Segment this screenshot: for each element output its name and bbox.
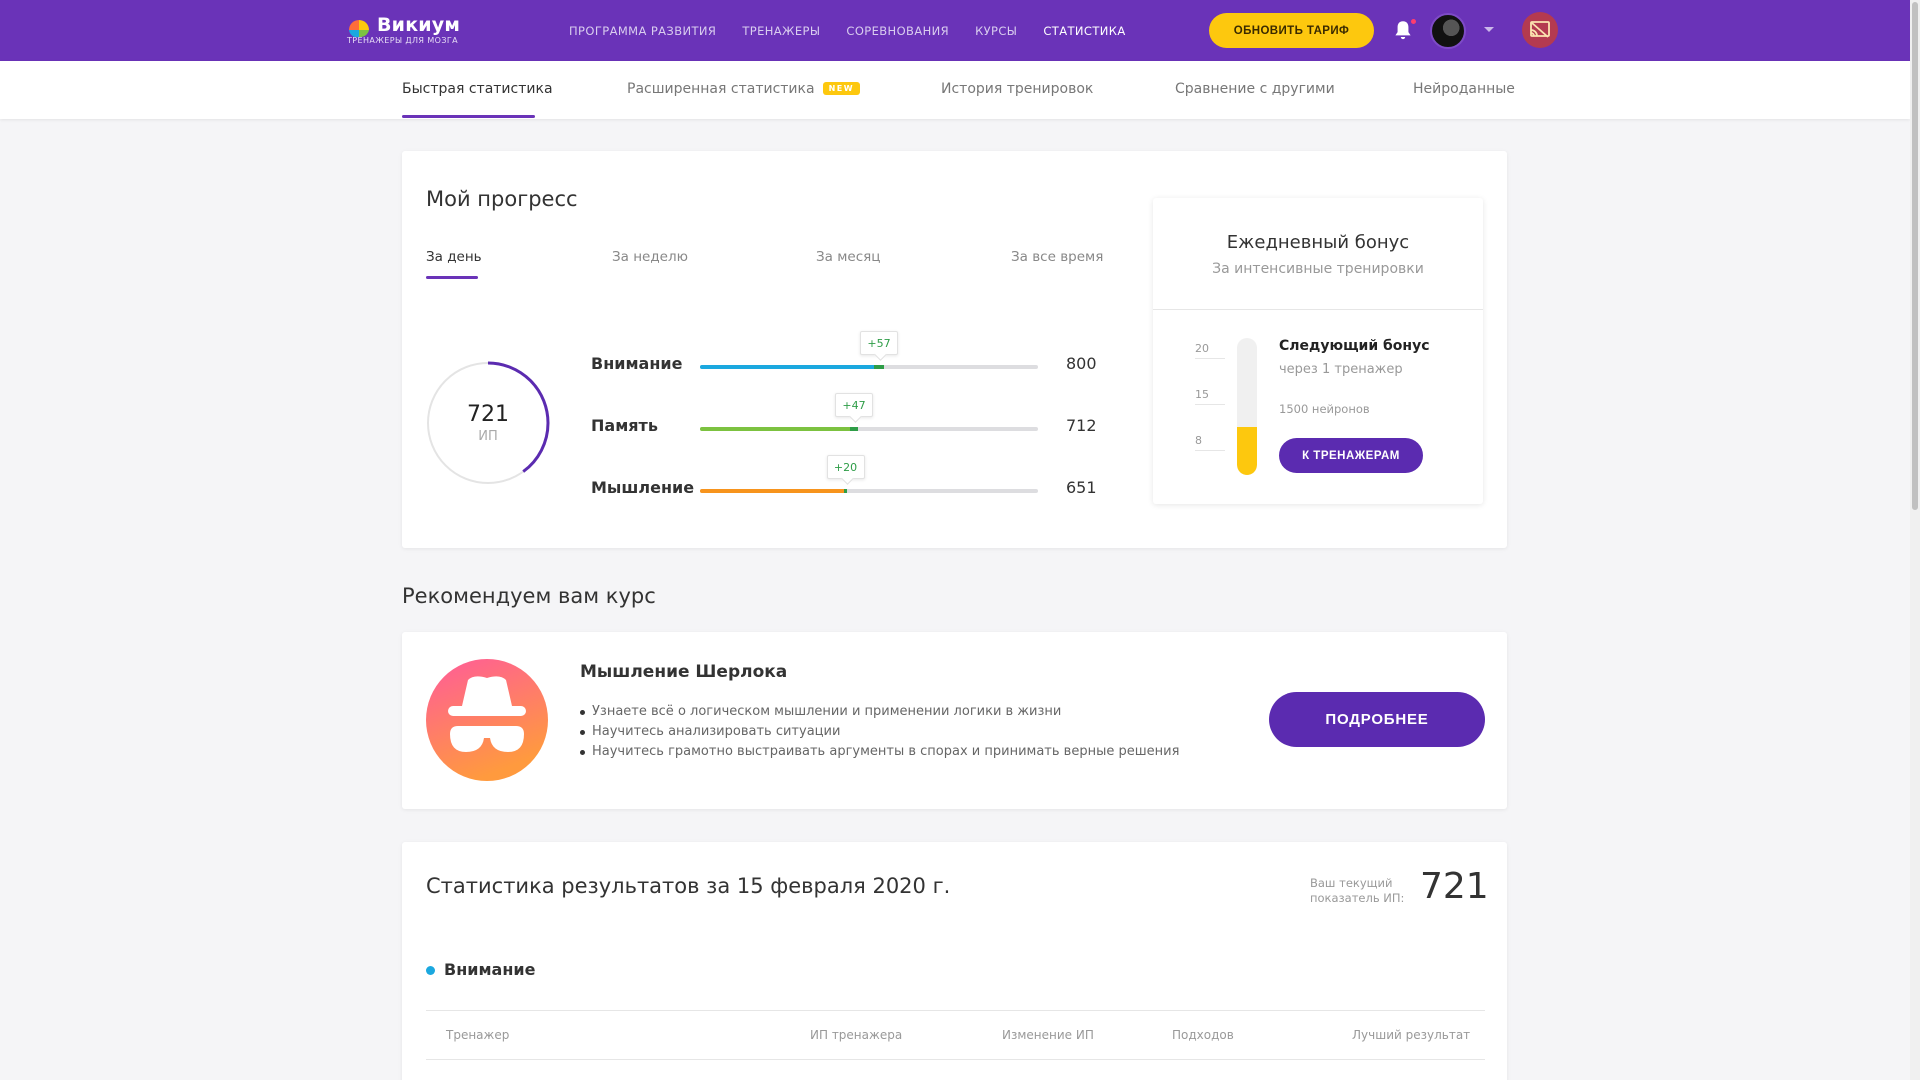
metric-attention-value: 800 bbox=[1066, 354, 1097, 373]
next-bonus-title: Следующий бонус bbox=[1279, 338, 1430, 354]
metric-attention-fill bbox=[700, 365, 874, 369]
metric-memory-gain bbox=[850, 427, 858, 431]
metric-thinking-gain bbox=[844, 489, 847, 493]
daily-bonus-card: Ежедневный бонус За интенсивные трениров… bbox=[1153, 198, 1483, 504]
metric-thinking-value: 651 bbox=[1066, 478, 1097, 497]
top-bar: Викиум ТРЕНАЖЕРЫ ДЛЯ МОЗГА ПРОГРАММА РАЗ… bbox=[0, 0, 1910, 61]
metric-memory-fill bbox=[700, 427, 850, 431]
bonus-title: Ежедневный бонус bbox=[1226, 232, 1410, 253]
course-bullets: Узнаете всё о логическом мышлении и прим… bbox=[580, 702, 1179, 762]
main-nav: ПРОГРАММА РАЗВИТИЯ ТРЕНАЖЕРЫ СОРЕВНОВАНИ… bbox=[569, 0, 1152, 61]
column-trainer-ip[interactable]: ИП тренажера bbox=[810, 1028, 902, 1042]
metric-memory-value: 712 bbox=[1066, 416, 1097, 435]
active-period-indicator bbox=[426, 276, 478, 279]
stats-subtabs: Быстрая статистика Расширенная статистик… bbox=[0, 61, 1910, 119]
period-tab-day[interactable]: За день bbox=[426, 249, 482, 265]
bonus-tick-15: 15 bbox=[1195, 388, 1209, 401]
period-tab-all-time[interactable]: За все время bbox=[1011, 249, 1103, 265]
current-score-label: Ваш текущий показатель ИП: bbox=[1310, 876, 1405, 905]
bonus-tick-line bbox=[1195, 358, 1225, 359]
tab-quick-stats[interactable]: Быстрая статистика bbox=[402, 81, 553, 97]
nav-trainers[interactable]: ТРЕНАЖЕРЫ bbox=[742, 24, 820, 38]
to-trainers-button[interactable]: К ТРЕНАЖЕРАМ bbox=[1279, 438, 1423, 473]
next-bonus-subtitle: через 1 тренажер bbox=[1279, 362, 1403, 377]
category-name: Внимание bbox=[444, 960, 536, 979]
tab-training-history[interactable]: История тренировок bbox=[941, 81, 1093, 97]
course-title: Мышление Шерлока bbox=[580, 662, 788, 682]
tab-compare-others[interactable]: Сравнение с другими bbox=[1175, 81, 1335, 97]
metric-memory-gain-badge: +47 bbox=[835, 393, 873, 417]
metric-thinking-gain-badge: +20 bbox=[826, 455, 865, 479]
table-row-divider bbox=[426, 1059, 1485, 1060]
metric-attention-label: Внимание bbox=[591, 354, 683, 373]
metric-attention-gain bbox=[874, 365, 884, 369]
metric-thinking-fill bbox=[700, 489, 844, 493]
nav-competitions[interactable]: СОРЕВНОВАНИЯ bbox=[846, 24, 949, 38]
period-tab-month[interactable]: За месяц bbox=[816, 249, 880, 265]
metric-memory-bar bbox=[700, 427, 1038, 431]
tab-extended-stats-label: Расширенная статистика bbox=[627, 81, 815, 97]
course-bullet: Узнаете всё о логическом мышлении и прим… bbox=[580, 702, 1179, 722]
bonus-divider bbox=[1153, 309, 1483, 310]
bonus-thermometer bbox=[1237, 338, 1257, 475]
bonus-tick-line bbox=[1195, 404, 1225, 405]
course-bullet: Научитесь анализировать ситуации bbox=[580, 722, 1179, 742]
bonus-tick-8: 8 bbox=[1195, 434, 1202, 447]
current-score-value: 721 bbox=[1420, 866, 1489, 907]
recommend-section-title: Рекомендуем вам курс bbox=[402, 584, 656, 608]
total-score-unit: ИП bbox=[478, 429, 498, 444]
bonus-tick-20: 20 bbox=[1195, 342, 1209, 355]
course-bullet: Научитесь грамотно выстраивать аргументы… bbox=[580, 742, 1179, 762]
course-details-button[interactable]: ПОДРОБНЕЕ bbox=[1269, 692, 1485, 747]
total-score-value: 721 bbox=[467, 402, 509, 427]
column-ip-change[interactable]: Изменение ИП bbox=[1002, 1028, 1094, 1042]
metric-attention-bar bbox=[700, 365, 1038, 369]
logo-mark-icon bbox=[349, 20, 369, 38]
metric-memory-label: Память bbox=[591, 416, 658, 435]
column-trainer[interactable]: Тренажер bbox=[446, 1028, 509, 1042]
metric-thinking-bar bbox=[700, 489, 1038, 493]
upgrade-plan-button[interactable]: ОБНОВИТЬ ТАРИФ bbox=[1209, 13, 1374, 48]
notification-dot bbox=[1409, 17, 1418, 26]
period-tab-week[interactable]: За неделю bbox=[612, 249, 688, 265]
new-badge: NEW bbox=[822, 82, 861, 95]
logo-name: Викиум bbox=[377, 14, 461, 36]
next-bonus-neurons: 1500 нейронов bbox=[1279, 402, 1370, 416]
detective-icon bbox=[426, 659, 548, 781]
cast-button[interactable] bbox=[1522, 12, 1558, 48]
results-stats-card: Статистика результатов за 15 февраля 202… bbox=[402, 842, 1507, 1080]
logo-tagline: ТРЕНАЖЕРЫ ДЛЯ МОЗГА bbox=[347, 36, 458, 45]
scrollbar-thumb[interactable] bbox=[1912, 2, 1918, 510]
nav-statistics[interactable]: СТАТИСТИКА bbox=[1043, 24, 1125, 38]
metric-thinking-label: Мышление bbox=[591, 478, 695, 497]
avatar[interactable] bbox=[1430, 13, 1466, 49]
nav-development-program[interactable]: ПРОГРАММА РАЗВИТИЯ bbox=[569, 24, 716, 38]
bonus-subtitle: За интенсивные тренировки bbox=[1212, 261, 1424, 277]
category-dot bbox=[426, 966, 435, 975]
bonus-tick-line bbox=[1195, 450, 1225, 451]
column-best-result[interactable]: Лучший результат bbox=[1352, 1028, 1470, 1042]
tab-neurodata[interactable]: Нейроданные bbox=[1413, 81, 1515, 97]
chevron-down-icon[interactable] bbox=[1483, 25, 1495, 35]
bonus-thermometer-fill bbox=[1237, 427, 1257, 475]
table-header-divider bbox=[426, 1010, 1485, 1011]
active-tab-indicator bbox=[402, 115, 535, 118]
tab-extended-stats[interactable]: Расширенная статистика NEW bbox=[627, 81, 861, 97]
course-card: Мышление Шерлока Узнаете всё о логическо… bbox=[402, 632, 1507, 809]
stats-title: Статистика результатов за 15 февраля 202… bbox=[426, 874, 951, 898]
progress-title: Мой прогресс bbox=[426, 187, 578, 211]
column-attempts[interactable]: Подходов bbox=[1172, 1028, 1234, 1042]
logo[interactable]: Викиум ТРЕНАЖЕРЫ ДЛЯ МОЗГА bbox=[346, 14, 460, 48]
cast-icon bbox=[1530, 21, 1550, 38]
metric-attention-gain-badge: +57 bbox=[860, 331, 898, 355]
nav-courses[interactable]: КУРСЫ bbox=[975, 24, 1017, 38]
